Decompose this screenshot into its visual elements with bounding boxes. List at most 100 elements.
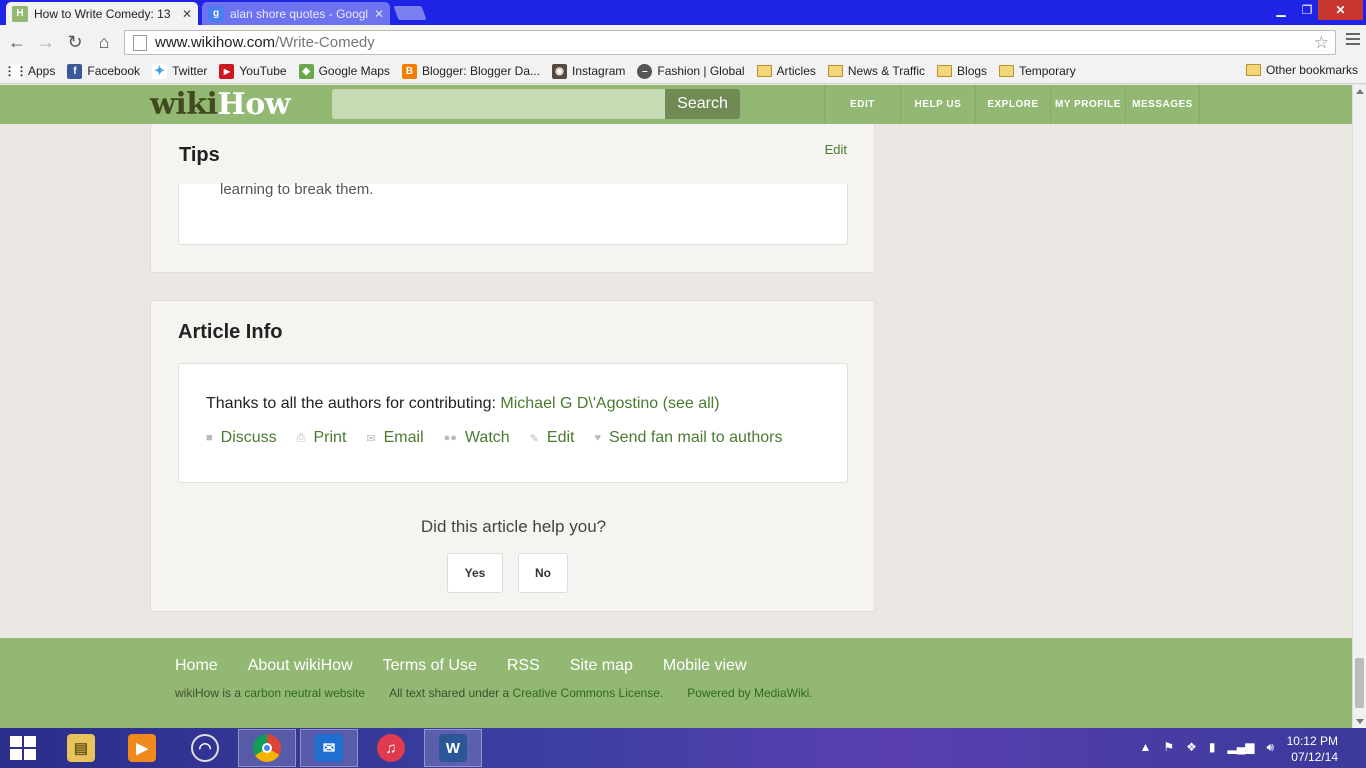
page-icon: [133, 34, 147, 51]
address-bar[interactable]: www.wikihow.com/Write-Comedy ☆: [124, 30, 1336, 55]
see-all-link[interactable]: see all: [668, 395, 714, 412]
bookmark-apps[interactable]: ⋮⋮ Apps: [3, 63, 56, 79]
bookmark-label: Instagram: [572, 64, 626, 78]
fan-mail-link[interactable]: ♥ Send fan mail to authors: [594, 429, 782, 447]
bookmark-twitter[interactable]: ✦ Twitter: [152, 63, 207, 79]
tab-google[interactable]: g alan shore quotes - Googl ✕: [202, 2, 390, 25]
author-link[interactable]: Michael G D\'Agostino: [500, 395, 658, 412]
folder-icon: [756, 65, 772, 77]
other-bookmarks[interactable]: Other bookmarks: [1245, 63, 1358, 77]
print-link[interactable]: ⎙ Print: [297, 429, 347, 447]
footer-terms-link[interactable]: Terms of Use: [383, 657, 477, 675]
yes-button[interactable]: Yes: [447, 553, 503, 593]
footer-sitemap-link[interactable]: Site map: [570, 657, 633, 675]
battery-icon[interactable]: ▮: [1209, 740, 1216, 755]
youtube-icon: ▶: [219, 63, 235, 79]
nav-explore[interactable]: EXPLORE: [975, 85, 1050, 124]
dropbox-icon[interactable]: ❖: [1186, 740, 1197, 755]
watch-link[interactable]: ●● Watch: [444, 429, 510, 447]
edit-link[interactable]: ✎ Edit: [530, 429, 575, 447]
chrome-menu-icon[interactable]: [1346, 33, 1360, 48]
bookmark-facebook[interactable]: f Facebook: [67, 63, 140, 79]
search-input[interactable]: [332, 89, 666, 119]
no-button[interactable]: No: [518, 553, 568, 593]
footer-rss-link[interactable]: RSS: [507, 657, 540, 675]
scroll-down-icon[interactable]: [1356, 719, 1364, 724]
footer-home-link[interactable]: Home: [175, 657, 218, 675]
bookmark-youtube[interactable]: ▶ YouTube: [219, 63, 287, 79]
action-label: Email: [383, 429, 424, 446]
tab-wikihow[interactable]: H How to Write Comedy: 13 ✕: [6, 2, 198, 25]
bookmark-google-maps[interactable]: ◆ Google Maps: [298, 63, 390, 79]
carbon-neutral-link[interactable]: carbon neutral website: [244, 686, 365, 700]
scroll-up-icon[interactable]: [1356, 89, 1364, 94]
meta-prefix: wikiHow is a: [175, 686, 245, 700]
windows-start-icon[interactable]: [10, 736, 38, 760]
volume-icon[interactable]: 🔊︎: [1266, 740, 1274, 755]
search-button[interactable]: Search: [665, 89, 740, 119]
itunes-icon[interactable]: ♫: [362, 729, 420, 767]
blogger-icon: B: [401, 63, 417, 79]
bookmark-blogs[interactable]: Blogs: [937, 64, 987, 78]
bookmark-blogger[interactable]: B Blogger: Blogger Da...: [401, 63, 541, 79]
word-icon[interactable]: W: [424, 729, 482, 767]
bookmark-label: Apps: [28, 64, 56, 78]
mediawiki-link[interactable]: Powered by MediaWiki.: [687, 686, 812, 700]
action-label: Print: [313, 429, 347, 446]
bookmark-fashion-global[interactable]: – Fashion | Global: [637, 63, 745, 79]
reload-icon[interactable]: ↻: [63, 30, 87, 54]
bookmark-label: YouTube: [239, 64, 287, 78]
email-link[interactable]: ✉ Email: [366, 429, 423, 447]
footer-mobile-link[interactable]: Mobile view: [663, 657, 747, 675]
bookmark-articles[interactable]: Articles: [756, 64, 816, 78]
back-icon[interactable]: ←: [5, 30, 29, 54]
file-explorer-icon[interactable]: ▤: [52, 729, 110, 767]
network-signal-icon[interactable]: ▂▄▆: [1227, 740, 1254, 755]
bookmark-instagram[interactable]: ◉ Instagram: [552, 63, 626, 79]
action-center-flag-icon[interactable]: ⚑: [1163, 740, 1174, 755]
bookmarks-bar: ⋮⋮ Apps f Facebook ✦ Twitter ▶ YouTube ◆…: [0, 59, 1366, 84]
watch-icon: ●●: [443, 432, 457, 444]
url-host: www.wikihow.com: [155, 34, 276, 51]
close-window-icon[interactable]: ✕: [1318, 0, 1363, 20]
mail-icon[interactable]: ✉: [300, 729, 358, 767]
bookmark-star-icon[interactable]: ☆: [1314, 33, 1329, 53]
close-tab-icon[interactable]: ✕: [182, 7, 192, 21]
forward-icon[interactable]: →: [34, 30, 58, 54]
home-icon[interactable]: ⌂: [92, 30, 116, 54]
chrome-icon[interactable]: [238, 729, 296, 767]
bookmark-label: Blogger: Blogger Da...: [421, 64, 541, 78]
nav-my-profile[interactable]: MY PROFILE: [1050, 85, 1125, 124]
discuss-link[interactable]: ■ Discuss: [206, 429, 277, 447]
carbon-neutral-text: wikiHow is a carbon neutral website: [175, 686, 365, 700]
folder-icon: [937, 65, 953, 77]
footer-about-link[interactable]: About wikiHow: [248, 657, 353, 675]
nav-help-us[interactable]: HELP US: [900, 85, 975, 124]
browser-tab-bar: H How to Write Comedy: 13 ✕ g alan shore…: [0, 0, 1366, 25]
torrent-icon[interactable]: ◠: [176, 729, 234, 767]
creative-commons-link[interactable]: Creative Commons License.: [513, 686, 664, 700]
maximize-icon[interactable]: ❐: [1294, 0, 1320, 20]
wikihow-logo[interactable]: wikiHow: [150, 87, 291, 122]
tips-edit-link[interactable]: Edit: [825, 142, 847, 157]
bookmark-news-traffic[interactable]: News & Traffic: [827, 64, 925, 78]
page-scrollbar[interactable]: [1352, 85, 1366, 728]
other-bookmarks-label: Other bookmarks: [1265, 63, 1358, 77]
minimize-icon[interactable]: ▁: [1268, 0, 1294, 20]
nav-messages[interactable]: MESSAGES: [1125, 85, 1200, 124]
article-info-section: Article Info Thanks to all the authors f…: [150, 300, 875, 612]
apps-grid-icon: ⋮⋮: [3, 63, 28, 79]
nav-edit[interactable]: EDIT: [824, 85, 900, 124]
show-hidden-icons-icon[interactable]: ▲: [1139, 740, 1151, 755]
close-tab-icon[interactable]: ✕: [374, 7, 384, 21]
taskbar-clock[interactable]: 10:12 PM 07/12/14: [1287, 733, 1338, 765]
tips-section: Tips Edit learning to break them.: [150, 124, 875, 273]
scroll-thumb[interactable]: [1355, 658, 1364, 708]
instagram-icon: ◉: [552, 63, 568, 79]
media-player-icon[interactable]: ▶: [113, 729, 171, 767]
clock-time: 10:12 PM: [1286, 734, 1338, 748]
license-text: All text shared under a Creative Commons…: [389, 686, 663, 700]
new-tab-button[interactable]: [393, 6, 427, 20]
logo-how: How: [217, 87, 291, 122]
bookmark-temporary[interactable]: Temporary: [999, 64, 1076, 78]
